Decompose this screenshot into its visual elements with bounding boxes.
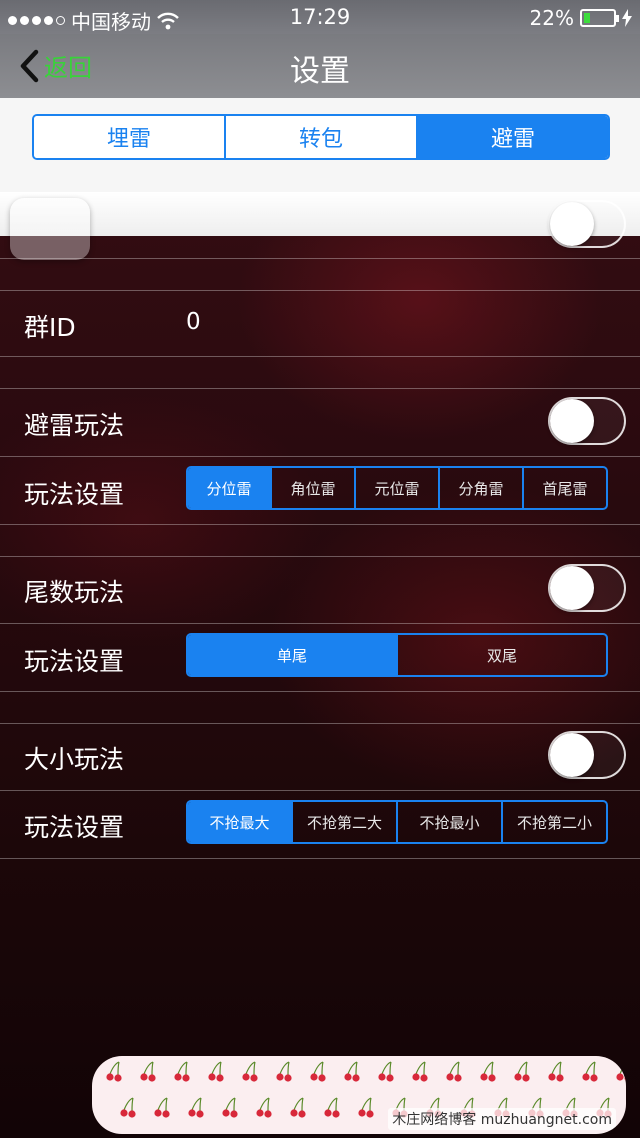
cherry-icon	[324, 1097, 340, 1118]
divider	[0, 524, 640, 525]
option-yuan-wei-lei[interactable]: 元位雷	[354, 468, 438, 508]
divider	[0, 623, 640, 624]
size-mode-options: 不抢最大 不抢第二大 不抢最小 不抢第二小	[186, 800, 608, 844]
cherry-icon	[222, 1097, 238, 1118]
divider	[0, 858, 640, 859]
cherry-icon	[358, 1097, 374, 1118]
watermark-text: 木庄网络博客 muzhuangnet.com	[388, 1108, 616, 1130]
cherry-icon	[344, 1061, 360, 1082]
option-bu-qiang-di-er-da[interactable]: 不抢第二大	[291, 802, 396, 842]
cherry-icon	[154, 1097, 170, 1118]
status-bar: 中国移动 17:29 22%	[0, 0, 640, 34]
floating-assistive-button[interactable]	[10, 198, 90, 260]
option-dan-wei[interactable]: 单尾	[188, 635, 396, 675]
cherry-icon	[174, 1061, 190, 1082]
size-mode-label: 大小玩法	[24, 745, 125, 774]
top-tab-panel: 埋雷 转包 避雷	[0, 98, 640, 192]
cherry-icon	[412, 1061, 428, 1082]
group-id-label: 群ID	[24, 313, 76, 342]
divider	[0, 290, 640, 291]
tail-number-options: 单尾 双尾	[186, 633, 608, 677]
divider	[0, 388, 640, 389]
cherry-icon	[290, 1097, 306, 1118]
play-setting-label: 玩法设置	[24, 647, 125, 676]
tail-number-mode-toggle[interactable]	[548, 564, 626, 612]
divider	[0, 556, 640, 557]
divider	[0, 356, 640, 357]
option-fen-wei-lei[interactable]: 分位雷	[188, 468, 270, 508]
battery-percent: 22%	[529, 6, 574, 30]
cherry-icon	[106, 1061, 122, 1082]
cherry-icon	[616, 1063, 626, 1081]
play-setting-label: 玩法设置	[24, 480, 125, 509]
avoid-mine-mode-toggle[interactable]	[548, 397, 626, 445]
avoid-mine-mode-label: 避雷玩法	[24, 411, 125, 440]
divider	[0, 790, 640, 791]
page-title: 设置	[290, 54, 350, 89]
tab-bi-lei[interactable]: 避雷	[416, 116, 608, 158]
watermark-strip: 木庄网络博客 muzhuangnet.com	[92, 1056, 626, 1134]
cherry-icon	[276, 1061, 292, 1082]
cherry-icon	[446, 1061, 462, 1082]
cherry-icon	[140, 1061, 156, 1082]
cherry-icon	[310, 1061, 326, 1082]
tab-zhuan-bao[interactable]: 转包	[224, 116, 416, 158]
play-setting-label: 玩法设置	[24, 813, 125, 842]
cherry-icon	[548, 1061, 564, 1082]
charging-bolt-icon	[622, 9, 632, 27]
option-bu-qiang-zui-da[interactable]: 不抢最大	[188, 802, 291, 842]
group-id-value: 0	[186, 309, 201, 335]
navigation-bar: 返回 设置	[0, 34, 640, 98]
option-fen-jiao-lei[interactable]: 分角雷	[438, 468, 522, 508]
cherry-icon	[582, 1061, 598, 1082]
divider	[0, 258, 640, 259]
cherry-icon	[480, 1061, 496, 1082]
option-shou-wei-lei[interactable]: 首尾雷	[522, 468, 606, 508]
divider	[0, 691, 640, 692]
divider	[0, 723, 640, 724]
battery-icon	[580, 9, 619, 27]
cherry-icon	[256, 1097, 272, 1118]
option-jiao-wei-lei[interactable]: 角位雷	[270, 468, 354, 508]
option-shuang-wei[interactable]: 双尾	[396, 635, 606, 675]
divider	[0, 456, 640, 457]
cherry-icon	[120, 1097, 136, 1118]
size-mode-toggle[interactable]	[548, 731, 626, 779]
cherry-icon	[188, 1097, 204, 1118]
tab-mai-lei[interactable]: 埋雷	[34, 116, 224, 158]
tail-number-mode-label: 尾数玩法	[24, 578, 125, 607]
cherry-icon	[378, 1061, 394, 1082]
option-bu-qiang-zui-xiao[interactable]: 不抢最小	[396, 802, 501, 842]
cherry-icon	[208, 1061, 224, 1082]
cherry-icon	[514, 1061, 530, 1082]
mode-segmented-control: 埋雷 转包 避雷	[32, 114, 610, 160]
faded-row	[0, 192, 640, 236]
option-bu-qiang-di-er-xiao[interactable]: 不抢第二小	[501, 802, 606, 842]
cherry-icon	[242, 1061, 258, 1082]
avoid-mine-options: 分位雷 角位雷 元位雷 分角雷 首尾雷	[186, 466, 608, 510]
faded-toggle-switch[interactable]	[548, 200, 626, 248]
status-right: 22%	[530, 6, 632, 30]
